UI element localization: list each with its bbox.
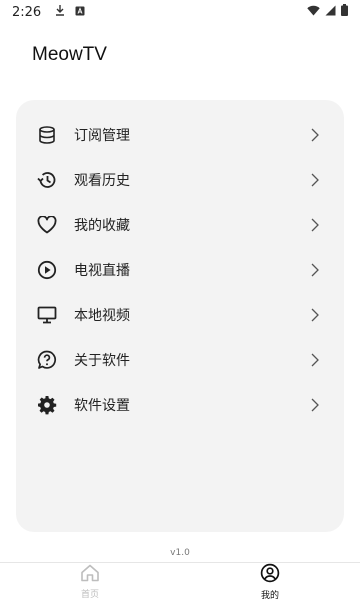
bottom-nav: 首页 我的 bbox=[0, 562, 360, 600]
chevron-right-icon bbox=[308, 218, 322, 232]
cell-signal-icon bbox=[325, 5, 336, 20]
menu-item-local-video[interactable]: 本地视频 bbox=[16, 292, 344, 337]
menu-item-label: 我的收藏 bbox=[74, 217, 130, 234]
chevron-right-icon bbox=[308, 353, 322, 367]
tab-mine[interactable]: 我的 bbox=[180, 563, 360, 600]
user-circle-icon bbox=[260, 563, 280, 587]
heart-icon bbox=[36, 214, 58, 236]
gear-icon bbox=[36, 394, 58, 416]
menu-item-history[interactable]: 观看历史 bbox=[16, 157, 344, 202]
battery-icon bbox=[341, 4, 348, 20]
status-bar: 2:26 bbox=[0, 0, 360, 24]
help-bubble-icon bbox=[36, 349, 58, 371]
menu-item-label: 本地视频 bbox=[74, 307, 130, 324]
monitor-icon bbox=[36, 304, 58, 326]
menu-item-about[interactable]: 关于软件 bbox=[16, 337, 344, 382]
menu-item-label: 订阅管理 bbox=[74, 127, 130, 144]
menu-item-label: 软件设置 bbox=[74, 397, 130, 414]
download-icon bbox=[55, 4, 65, 20]
menu-item-subscriptions[interactable]: 订阅管理 bbox=[16, 112, 344, 157]
chevron-right-icon bbox=[308, 128, 322, 142]
chevron-right-icon bbox=[308, 308, 322, 322]
history-icon bbox=[36, 169, 58, 191]
chevron-right-icon bbox=[308, 263, 322, 277]
chevron-right-icon bbox=[308, 173, 322, 187]
menu-item-label: 关于软件 bbox=[74, 352, 130, 369]
menu-item-label: 电视直播 bbox=[74, 262, 130, 279]
menu-item-settings[interactable]: 软件设置 bbox=[16, 382, 344, 427]
status-right-icons bbox=[307, 4, 348, 20]
home-icon bbox=[80, 564, 100, 586]
wifi-icon bbox=[307, 5, 320, 20]
menu-item-favorites[interactable]: 我的收藏 bbox=[16, 202, 344, 247]
app-title: MeowTV bbox=[32, 44, 107, 65]
app-notification-icon bbox=[75, 5, 85, 20]
menu-item-label: 观看历史 bbox=[74, 172, 130, 189]
status-left-icons bbox=[55, 4, 85, 20]
tab-mine-label: 我的 bbox=[260, 590, 279, 600]
menu-item-live-tv[interactable]: 电视直播 bbox=[16, 247, 344, 292]
tab-home[interactable]: 首页 bbox=[0, 563, 180, 600]
status-time: 2:26 bbox=[12, 4, 42, 20]
chevron-right-icon bbox=[308, 398, 322, 412]
database-icon bbox=[36, 124, 58, 146]
menu-card: 订阅管理 观看历史 我的收藏 电视直播 本地视频 关于软件 软件设置 bbox=[16, 100, 344, 532]
version-label: v1.0 bbox=[170, 548, 190, 558]
play-circle-icon bbox=[36, 259, 58, 281]
tab-home-label: 首页 bbox=[80, 589, 99, 600]
